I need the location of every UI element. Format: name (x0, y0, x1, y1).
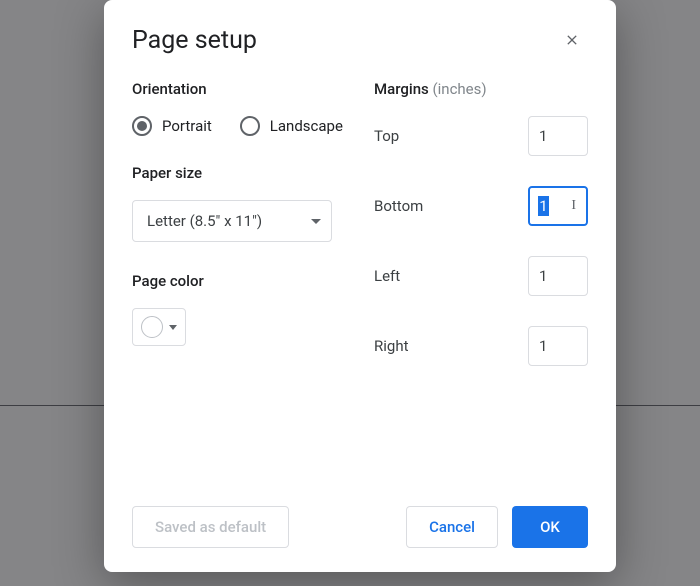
page-color-label: Page color (132, 272, 346, 290)
cancel-button[interactable]: Cancel (406, 506, 498, 548)
paper-size-dropdown[interactable]: Letter (8.5" x 11") (132, 200, 332, 242)
page-color-picker[interactable] (132, 308, 186, 346)
orientation-options: Portrait Landscape (132, 116, 346, 136)
radio-icon (132, 116, 152, 136)
margin-bottom-row: Bottom 1 I (374, 186, 588, 226)
orientation-landscape-radio[interactable]: Landscape (240, 116, 343, 136)
dialog-footer: Saved as default Cancel OK (104, 488, 616, 572)
orientation-portrait-radio[interactable]: Portrait (132, 116, 212, 136)
margin-top-input[interactable] (528, 116, 588, 156)
ok-button[interactable]: OK (512, 506, 588, 548)
margin-fields: Top Bottom 1 I Left Right (374, 116, 588, 366)
margin-right-input[interactable] (528, 326, 588, 366)
margin-bottom-input[interactable] (528, 186, 588, 226)
radio-icon (240, 116, 260, 136)
margin-left-row: Left (374, 256, 588, 296)
left-column: Orientation Portrait Landscape Paper siz… (132, 80, 346, 366)
dialog-body: Orientation Portrait Landscape Paper siz… (104, 60, 616, 366)
close-button[interactable] (556, 24, 588, 56)
margin-left-label: Left (374, 267, 400, 285)
margin-right-row: Right (374, 326, 588, 366)
margin-top-row: Top (374, 116, 588, 156)
margins-label: Margins (inches) (374, 80, 588, 98)
margin-top-label: Top (374, 127, 399, 145)
margin-right-label: Right (374, 337, 408, 355)
caret-down-icon (311, 219, 321, 224)
margin-left-input[interactable] (528, 256, 588, 296)
radio-label: Landscape (270, 117, 343, 135)
paper-size-value: Letter (8.5" x 11") (147, 212, 262, 230)
caret-down-icon (169, 325, 177, 330)
dialog-header: Page setup (104, 0, 616, 60)
set-as-default-button[interactable]: Saved as default (132, 506, 289, 548)
paper-size-label: Paper size (132, 164, 346, 182)
page-setup-dialog: Page setup Orientation Portrait Landscap… (104, 0, 616, 572)
right-column: Margins (inches) Top Bottom 1 I (374, 80, 588, 366)
margin-bottom-input-wrap: 1 I (528, 186, 588, 226)
dialog-title: Page setup (132, 26, 257, 55)
orientation-label: Orientation (132, 80, 346, 98)
color-swatch (141, 316, 163, 338)
margin-bottom-label: Bottom (374, 197, 423, 215)
close-icon (564, 32, 580, 48)
radio-label: Portrait (162, 117, 212, 135)
